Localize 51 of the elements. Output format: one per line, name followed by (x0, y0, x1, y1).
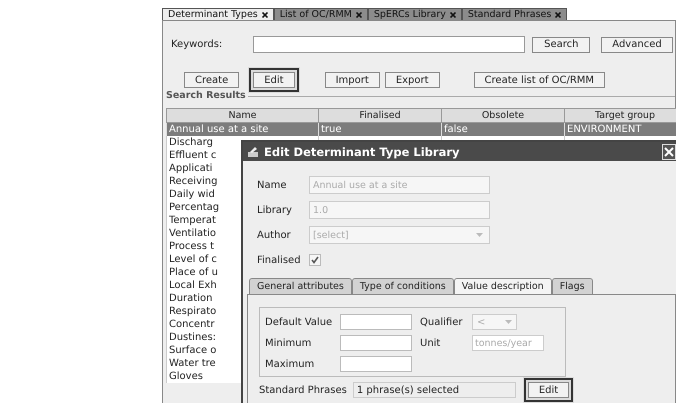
caret-icon (476, 233, 483, 237)
input-field[interactable] (340, 356, 412, 372)
table-cell[interactable]: Gloves (169, 371, 203, 382)
advanced-button[interactable]: Advanced (601, 36, 673, 52)
table-cell[interactable]: Level of c (169, 254, 217, 265)
close-icon[interactable] (555, 12, 562, 18)
field-label: Finalised (257, 254, 302, 266)
tab[interactable]: Value description (454, 278, 552, 294)
field-label: Author (257, 230, 292, 240)
search-button[interactable]: Search (532, 36, 590, 52)
keywords-field[interactable] (253, 36, 526, 53)
close-icon[interactable] (356, 12, 362, 18)
field-label: Name (257, 180, 288, 190)
field-label: Default Value (265, 316, 334, 328)
field-label: Library (257, 204, 293, 216)
tab[interactable]: List of OC/RMM (274, 8, 368, 20)
close-icon[interactable] (450, 12, 456, 18)
tab[interactable]: Determinant Types (162, 8, 274, 20)
field-label: Unit (420, 338, 442, 348)
dialog-title: Edit Determinant Type Library (264, 144, 460, 158)
table-cell[interactable]: Ventilatio (169, 228, 216, 239)
app-icon (247, 146, 259, 158)
close-icon[interactable] (262, 12, 268, 18)
column-header[interactable]: Finalised (318, 108, 442, 122)
table-cell[interactable]: Local Exh (169, 280, 217, 291)
tab[interactable]: Standard Phrases (462, 8, 568, 20)
table-cell[interactable]: false (444, 124, 468, 135)
keywords-label: Keywords: (171, 39, 222, 50)
toolbar-button[interactable]: Create (184, 72, 240, 88)
toolbar-button[interactable]: Create list of OC/RMM (474, 72, 606, 88)
tab[interactable]: Flags (552, 278, 593, 294)
input-field[interactable] (340, 335, 412, 351)
phrases-field: 1 phrase(s) selected (352, 382, 516, 398)
field-label: Qualifier (420, 316, 464, 328)
column-header[interactable]: Name (166, 108, 318, 122)
field-label: Minimum (265, 338, 312, 348)
table-cell[interactable]: Water tre (169, 358, 216, 369)
caret-icon (505, 320, 512, 324)
tab[interactable]: Type of conditions (352, 278, 454, 294)
toolbar-button[interactable]: Import (324, 72, 380, 88)
field-label: Standard Phrases (259, 384, 347, 396)
close-button[interactable] (662, 144, 676, 160)
input-field[interactable] (340, 314, 412, 330)
field-label: Maximum (265, 358, 316, 370)
column-header[interactable]: Obsolete (442, 108, 564, 122)
tab[interactable]: General attributes (249, 278, 352, 294)
section-title: Search Results (166, 90, 248, 101)
column-header[interactable]: Target group (564, 108, 676, 122)
toolbar-button[interactable]: Export (384, 72, 440, 88)
table-cell[interactable]: true (321, 124, 342, 135)
tab[interactable]: SpERCs Library (368, 8, 462, 20)
